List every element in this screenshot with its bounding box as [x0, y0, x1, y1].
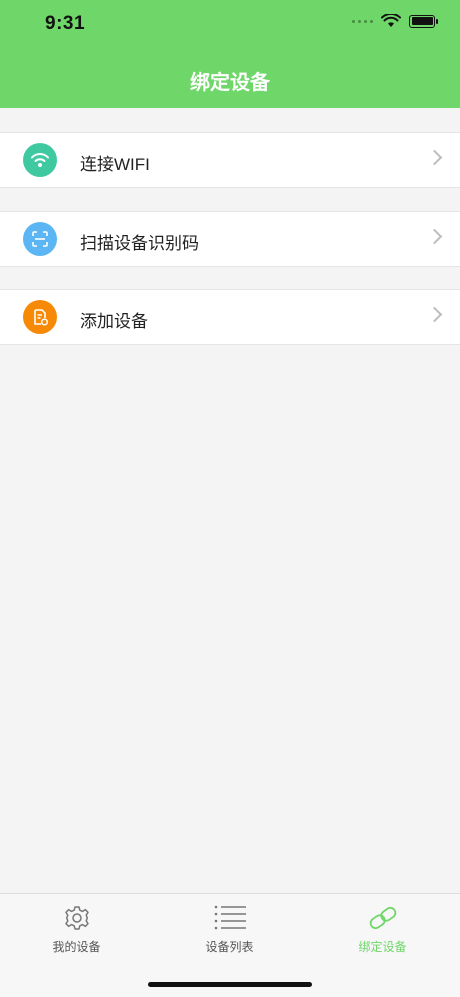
scan-icon	[23, 222, 57, 256]
list-icon	[214, 905, 246, 930]
home-indicator	[148, 982, 312, 987]
tab-my-devices[interactable]: 我的设备	[0, 894, 153, 964]
signal-icon	[352, 19, 373, 23]
page-title: 绑定设备	[190, 72, 270, 94]
tab-bind-device[interactable]: 绑定设备	[306, 894, 459, 964]
gear-icon	[64, 906, 89, 930]
chevron-right-icon	[426, 228, 443, 245]
menu-item-scan-device-code[interactable]: 扫描设备识别码	[0, 211, 460, 267]
chevron-right-icon	[426, 306, 443, 323]
chevron-right-icon	[426, 149, 443, 166]
tab-label: 绑定设备	[358, 940, 407, 954]
menu-item-add-device[interactable]: 添加设备	[0, 289, 460, 345]
tab-bar: 我的设备 设备列表 绑定设备	[0, 893, 460, 997]
status-time: 9:31	[45, 13, 86, 34]
wifi-status-icon	[381, 14, 401, 27]
menu-item-label: 扫描设备识别码	[80, 234, 199, 253]
tab-label: 我的设备	[52, 940, 101, 954]
tab-label: 设备列表	[205, 940, 254, 954]
wifi-icon	[23, 143, 57, 177]
add-device-icon	[23, 300, 57, 334]
header-bar: 9:31 绑定设备	[0, 0, 460, 108]
status-icons	[352, 14, 438, 28]
tab-device-list[interactable]: 设备列表	[153, 894, 306, 964]
menu-item-label: 连接WIFI	[80, 155, 150, 174]
menu-item-label: 添加设备	[80, 312, 148, 331]
menu-item-connect-wifi[interactable]: 连接WIFI	[0, 132, 460, 188]
battery-icon	[409, 14, 438, 28]
link-icon	[369, 906, 396, 930]
